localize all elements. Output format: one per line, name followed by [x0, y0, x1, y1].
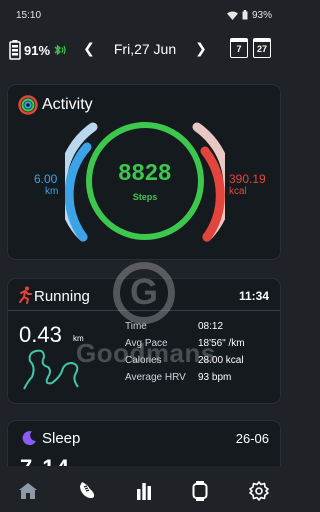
nav-settings[interactable] — [248, 480, 270, 502]
week-calendar-icon[interactable]: 7 — [230, 38, 248, 58]
calories-value: 390.19 — [229, 172, 266, 186]
device-battery: 91% — [9, 40, 66, 60]
activity-rings-icon — [18, 95, 38, 115]
wifi-icon — [226, 11, 238, 20]
calendar-buttons: 7 27 — [230, 38, 271, 58]
calories-arc — [200, 146, 225, 242]
running-distance: 0.43 — [19, 322, 62, 347]
nav-home[interactable] — [17, 480, 39, 502]
distance-arc — [65, 142, 92, 242]
activity-title: Activity — [42, 96, 93, 113]
distance-unit: km — [45, 186, 59, 197]
stat-value: 93 bpm — [198, 372, 232, 383]
current-date: Fri,27 Jun — [113, 40, 177, 57]
next-day-button[interactable]: ❯ — [194, 40, 208, 57]
date-navigator: ❮ Fri,27 Jun ❯ — [82, 40, 208, 57]
bar-chart-icon — [137, 483, 151, 500]
distance-value: 6.00 — [34, 172, 58, 186]
prev-day-button[interactable]: ❮ — [82, 40, 96, 57]
status-bar: 15:10 93% — [0, 0, 288, 30]
route-map-icon — [23, 349, 79, 390]
status-icons: 93% — [226, 9, 272, 21]
nav-statistics[interactable] — [133, 480, 155, 502]
running-person-icon — [19, 286, 32, 304]
battery-status-icon — [242, 10, 248, 20]
bluetooth-connected-icon — [54, 44, 66, 56]
stat-row: Average HRV 93 bpm — [125, 369, 275, 386]
status-battery: 93% — [251, 9, 272, 21]
month-calendar-icon[interactable]: 27 — [253, 38, 271, 58]
calories-unit: kcal — [229, 186, 247, 197]
home-icon — [19, 483, 37, 499]
watermark-text: Goodmans — [76, 338, 216, 368]
shoe-icon — [80, 482, 95, 499]
nav-exercise[interactable] — [76, 480, 98, 502]
running-start-time: 11:34 — [238, 289, 269, 303]
stat-value: 08:12 — [198, 321, 224, 332]
activity-card[interactable]: Activity 8828 Steps 6.00 km 390.19 kcal — [7, 84, 281, 260]
steps-value: 8828 — [118, 159, 172, 185]
sleep-date: 26-06 — [235, 431, 269, 446]
sleep-title: Sleep — [42, 430, 81, 447]
moon-icon — [22, 431, 36, 446]
gear-icon — [249, 481, 269, 501]
header: 91% ❮ Fri,27 Jun ❯ 7 27 — [0, 32, 288, 68]
steps-label: Steps — [132, 192, 158, 202]
status-time: 15:10 — [16, 9, 42, 21]
watermark-logo: G — [113, 262, 175, 324]
device-battery-pct: 91% — [24, 42, 51, 58]
bottom-nav — [0, 466, 288, 512]
watch-icon — [192, 481, 208, 501]
stat-label: Average HRV — [125, 372, 186, 383]
running-title: Running — [34, 288, 90, 305]
battery-icon — [9, 40, 21, 60]
nav-device[interactable] — [189, 480, 211, 502]
